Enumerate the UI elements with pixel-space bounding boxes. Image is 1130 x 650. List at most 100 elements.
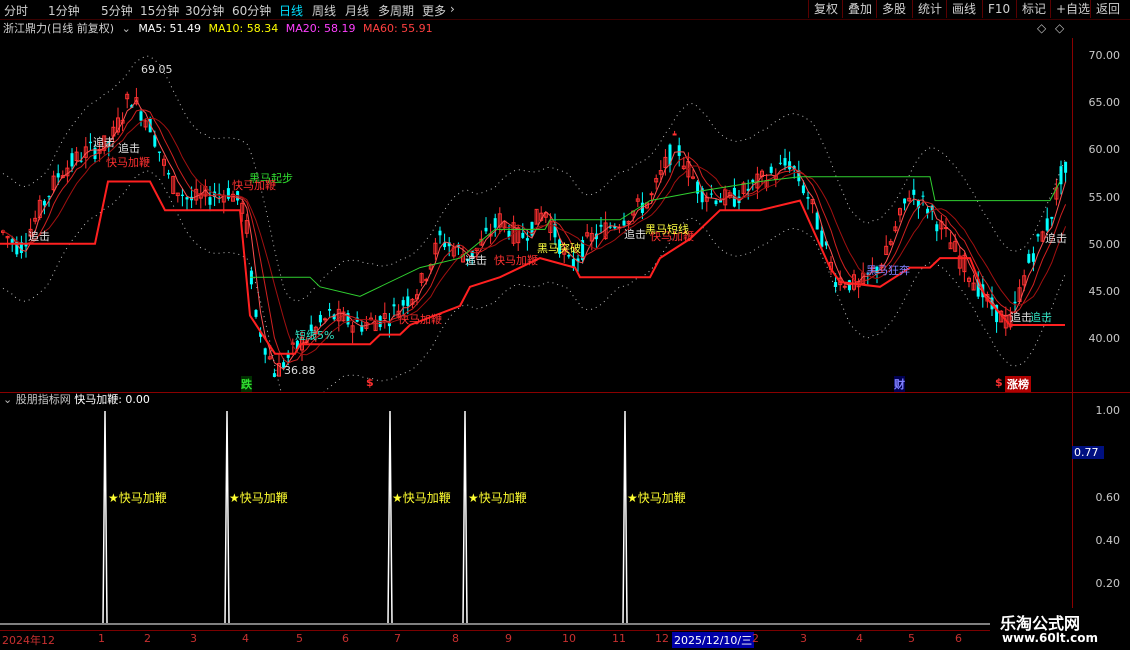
candle-body [208,197,212,205]
diamond-icon-2[interactable]: ◇ [1055,21,1064,35]
tab-5min[interactable]: 5分钟 [101,2,133,19]
tab-fenshi[interactable]: 分时 [4,2,28,19]
date-tick: 7 [394,632,401,645]
candle-body [157,151,161,153]
candle-body [599,224,603,227]
candle-body [493,218,497,228]
candle-body [47,196,51,198]
chevron-down-icon[interactable]: ⌄ [122,22,131,35]
candle-body [70,153,74,167]
indicator-tick: 0.40 [1095,534,1121,547]
signal-label: 追击 [624,228,646,241]
candle-body [42,200,46,206]
ma-line-mid [2,109,1067,364]
diamond-icon[interactable]: ◇ [1037,21,1046,35]
price-tick: 45.00 [1088,285,1121,298]
candle-body [622,220,626,226]
candle-body [778,162,782,164]
signal-text: ★快马加鞭 [229,491,288,505]
date-axis: 2024年12 1 2 3 4 5 6 7 8 9 10 11 12 2025/… [0,630,1072,648]
candle-body [903,198,907,204]
date-tick: 6 [342,632,349,645]
date-tick: 2 [752,632,759,645]
candle-body [323,318,327,321]
signal-text: ★快马加鞭 [392,491,451,505]
chart-header: 浙江鼎力(日线 前复权) ⌄ MA5: 51.49 MA10: 58.34 MA… [0,20,1070,38]
date-tick: 2 [144,632,151,645]
ma-line-fast [2,98,1067,371]
candle-body [56,173,60,178]
tab-monthly[interactable]: 月线 [345,2,369,19]
signal-label: 快马加鞭 [106,156,150,169]
dividend-event-mark[interactable]: $ [366,376,374,389]
candle-body [139,111,143,121]
tab-30min[interactable]: 30分钟 [185,2,224,19]
f10-button[interactable]: F10 [982,0,1015,18]
dividend-event-mark-2[interactable]: $ [995,376,1003,389]
candle-body [1027,253,1031,263]
candle-body [820,230,824,247]
date-tick: 10 [562,632,576,645]
signal-text: ★快马加鞭 [108,491,167,505]
watermark: 乐淘公式网 www.60lt.com [990,608,1130,650]
tab-weekly[interactable]: 周线 [312,2,336,19]
multi-stock-button[interactable]: 多股 [876,0,911,18]
ma10-label: MA10: 58.34 [208,22,279,35]
candle-body [438,230,442,236]
date-tick: 3 [800,632,807,645]
candle-body [815,212,819,230]
current-value-badge: 0.77 [1072,446,1104,459]
tab-multi-period[interactable]: 多周期 [378,2,414,19]
limit-up-list-mark[interactable]: 涨榜 [1005,376,1031,392]
signal-spike [224,410,230,624]
tab-15min[interactable]: 15分钟 [140,2,179,19]
candle-body [806,197,810,199]
indicator-tick: 0.20 [1095,577,1121,590]
chevron-right-icon[interactable]: › [450,2,455,16]
candle-body [328,308,332,311]
signal-label: 追击 [465,254,487,267]
date-tick: 5 [908,632,915,645]
overlay-button[interactable]: 叠加 [842,0,877,18]
tab-more[interactable]: 更多 [422,2,446,19]
signal-label: 黑马突破 [537,242,581,255]
draw-line-button[interactable]: 画线 [946,0,981,18]
signal-spike [387,410,393,624]
ma-line-slow [2,117,1067,356]
selected-date[interactable]: 2025/12/10/三 [672,632,755,648]
tab-1min[interactable]: 1分钟 [48,2,80,19]
indicator-tick: 1.00 [1095,404,1121,417]
top-toolbar: 分时 1分钟 5分钟 15分钟 30分钟 60分钟 日线 周线 月线 多周期 更… [0,0,1130,20]
date-tick: 5 [296,632,303,645]
price-tick: 50.00 [1088,238,1121,251]
price-chart[interactable] [0,38,1072,392]
indicator-chart[interactable] [0,393,1072,630]
signal-label: 黑马短线 [645,223,689,236]
price-tick: 65.00 [1088,96,1121,109]
candle-body [185,197,189,200]
candle-body [167,172,171,175]
signal-label: 追击 [1030,311,1052,324]
signal-text: ★快马加鞭 [468,491,527,505]
mark-button[interactable]: 标记 [1016,0,1051,18]
fall-event-mark[interactable]: 跌 [241,376,252,392]
restore-right-button[interactable]: 复权 [808,0,843,18]
candle-body [525,238,529,241]
finance-event-mark[interactable]: 财 [894,376,905,392]
back-button[interactable]: 返回 [1090,0,1125,18]
signal-label: 快马加鞭 [398,313,442,326]
candle-body [935,224,939,232]
signal-label: 追击 [93,136,115,149]
candle-body [1064,161,1068,173]
tab-daily[interactable]: 日线 [279,2,303,19]
candle-body [1050,216,1054,219]
candle-body [392,304,396,307]
signal-label: 追击 [1010,311,1032,324]
add-favorite-button[interactable]: +自选 [1050,0,1095,18]
indicator-tick: 0.60 [1095,491,1121,504]
signal-spike [622,410,628,624]
statistics-button[interactable]: 统计 [912,0,947,18]
tab-60min[interactable]: 60分钟 [232,2,271,19]
price-tick: 70.00 [1088,49,1121,62]
ma5-label: MA5: 51.49 [138,22,202,35]
